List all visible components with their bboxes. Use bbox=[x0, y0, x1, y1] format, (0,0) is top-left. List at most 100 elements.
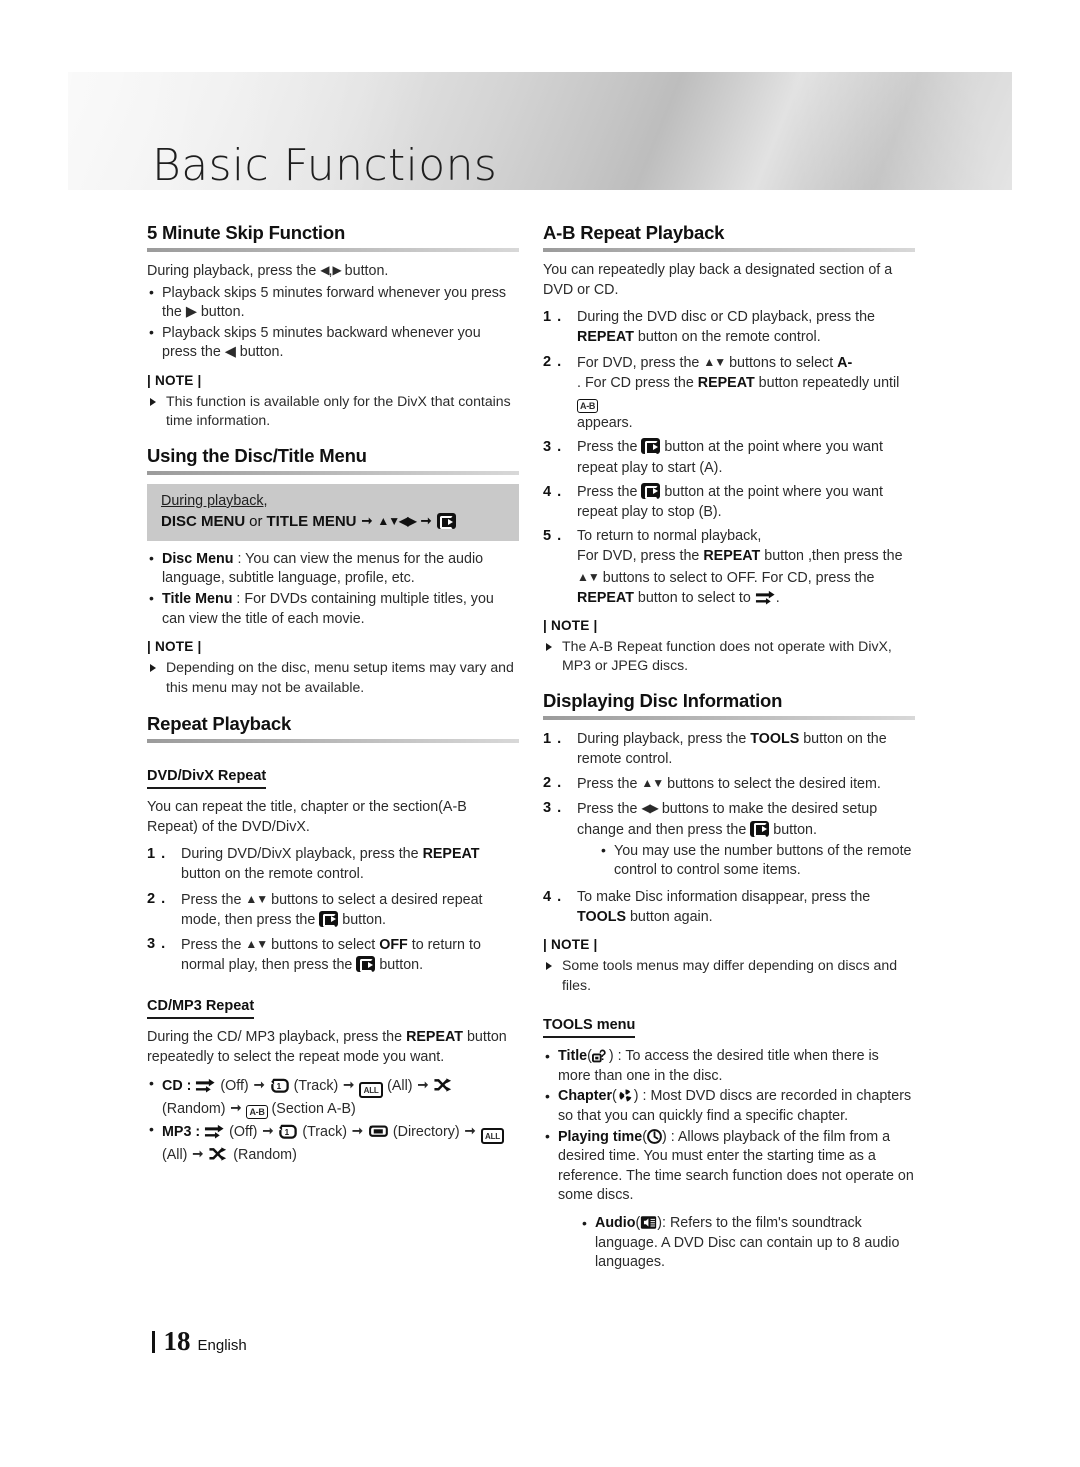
title-menu-key: TITLE MENU bbox=[266, 512, 357, 530]
step-line-2: . For CD press the REPEAT button repeate… bbox=[577, 373, 915, 413]
note-item: This function is available only for the … bbox=[147, 392, 519, 431]
step-item: Press the ▲▼ buttons to select OFF to re… bbox=[147, 934, 519, 975]
note-item: The A-B Repeat function does not operate… bbox=[543, 637, 915, 676]
track-repeat-icon: 1 bbox=[279, 1124, 298, 1139]
step-item: During DVD/DivX playback, press the REPE… bbox=[147, 844, 519, 884]
dvd-divx-intro: You can repeat the title, chapter or the… bbox=[147, 798, 467, 835]
step-text: Press the bbox=[577, 801, 642, 818]
tools-menu-sub-items: Audio(): Refers to the film's soundtrack… bbox=[580, 1214, 915, 1273]
seq-label: (Directory) bbox=[392, 1123, 460, 1140]
arrow-right-icon: ➞ bbox=[230, 1100, 242, 1116]
page-title: Basic Functions bbox=[152, 140, 498, 191]
section-heading: Repeat Playback bbox=[147, 712, 292, 734]
step-text-c: . For CD press the bbox=[577, 374, 698, 391]
title-icon bbox=[591, 1049, 606, 1063]
up-down-arrows-icon: ▲▼ bbox=[577, 569, 600, 584]
note-label: | NOTE | bbox=[543, 937, 598, 953]
repeat-key: REPEAT bbox=[577, 589, 634, 606]
step-item: During playback, press the TOOLS button … bbox=[543, 729, 915, 769]
right-column: A-B Repeat Playback You can repeatedly p… bbox=[543, 222, 915, 1279]
chapter-icon bbox=[619, 1089, 632, 1103]
note-list: Depending on the disc, menu setup items … bbox=[147, 658, 519, 697]
page-number: 18 bbox=[163, 1326, 191, 1356]
section-heading: A-B Repeat Playback bbox=[543, 222, 725, 243]
audio-icon bbox=[641, 1216, 657, 1229]
item-term: Title bbox=[558, 1048, 588, 1065]
list-item-title: Title() : To access the desired title wh… bbox=[543, 1047, 915, 1086]
repeat-key: REPEAT bbox=[577, 329, 634, 346]
list-item-playing-time: Playing time() : Allows playback of the … bbox=[543, 1127, 915, 1273]
cd-mp3-sequences: CD : (Off) ➞ 1 (Track) ➞ ALL (All) ➞ (Ra… bbox=[147, 1074, 519, 1166]
step-item: Press the button at the point where you … bbox=[543, 482, 915, 522]
note-item: Some tools menus may differ depending on… bbox=[543, 956, 915, 995]
seq-label: (Off) bbox=[229, 1123, 258, 1140]
section-heading: Using the Disc/Title Menu bbox=[147, 444, 367, 466]
skip-intro: During playback, press the ◀,▶ button. bbox=[147, 261, 519, 282]
step-text-cont: TOOLS button again. bbox=[577, 907, 915, 927]
footer-bar bbox=[152, 1330, 155, 1353]
item-term: Chapter bbox=[558, 1088, 613, 1105]
enter-icon bbox=[319, 910, 339, 927]
off-key: OFF bbox=[379, 936, 408, 953]
repeat-key: REPEAT bbox=[406, 1029, 463, 1046]
note-label: | NOTE | bbox=[543, 618, 598, 634]
skip-intro-c: button. bbox=[340, 263, 389, 279]
paren-close: ) : bbox=[661, 1128, 678, 1145]
heading-rule bbox=[147, 470, 519, 475]
ab-repeat-steps: During the DVD disc or CD playback, pres… bbox=[543, 307, 915, 608]
list-item: Disc Menu : You can view the menus for t… bbox=[147, 549, 519, 589]
seq-label: (All) bbox=[162, 1147, 188, 1164]
all-icon: ALL bbox=[359, 1082, 384, 1099]
step-item: Press the ◀▶ buttons to make the desired… bbox=[543, 798, 915, 881]
subsection-heading-dvd-divx: DVD/DivX Repeat bbox=[147, 768, 267, 789]
disc-menu-callout: During playback, DISC MENU or TITLE MENU… bbox=[147, 483, 519, 541]
section-tools-menu: TOOLS menu Title() : To access the desir… bbox=[543, 1001, 915, 1273]
up-down-arrows-icon: ▲▼ bbox=[245, 891, 268, 906]
callout-line-1: During playback, bbox=[161, 492, 268, 509]
off-repeat-icon bbox=[205, 1124, 224, 1139]
repeat-key: REPEAT bbox=[697, 374, 755, 391]
intro-a: During the CD/ MP3 playback, press the bbox=[147, 1029, 407, 1046]
up-down-arrows-icon: ▲▼ bbox=[245, 936, 268, 951]
step-text: To return to normal playback, bbox=[577, 528, 762, 545]
step-text-end: button. bbox=[375, 957, 424, 974]
list-item-audio: Audio(): Refers to the film's soundtrack… bbox=[580, 1214, 915, 1273]
directory-icon bbox=[368, 1125, 388, 1137]
heading-rule bbox=[543, 715, 915, 720]
cd-label: CD : bbox=[162, 1077, 192, 1094]
svg-text:1: 1 bbox=[285, 1128, 290, 1137]
step-item: To make Disc information disappear, pres… bbox=[543, 887, 915, 927]
skip-bullet-list: Playback skips 5 minutes forward wheneve… bbox=[147, 283, 519, 363]
step-text-cont: buttons to select bbox=[267, 936, 380, 953]
arrow-right-icon: ➞ bbox=[343, 1076, 355, 1092]
paren-close: ): bbox=[657, 1215, 670, 1232]
enter-icon bbox=[641, 482, 661, 500]
enter-icon bbox=[356, 956, 376, 973]
mp3-label: MP3 : bbox=[162, 1123, 201, 1140]
heading-rule bbox=[147, 248, 519, 252]
enter-icon bbox=[436, 513, 456, 530]
note-list: Some tools menus may differ depending on… bbox=[543, 956, 915, 995]
step-text-d: buttons to select to OFF. For CD, press … bbox=[598, 569, 875, 586]
step-text: During DVD/DivX playback, press the bbox=[181, 846, 423, 863]
up-down-arrows-icon: ▲▼ bbox=[641, 776, 664, 791]
note-item: Depending on the disc, menu setup items … bbox=[147, 658, 519, 697]
step-text-cont: button on the remote control. bbox=[181, 866, 364, 883]
dpad-icons: ▲▼◀▶ bbox=[377, 514, 416, 529]
tools-key: TOOLS bbox=[577, 909, 626, 926]
arrow-right-icon: ➞ bbox=[352, 1122, 363, 1138]
a-minus-key: A- bbox=[837, 354, 853, 371]
note-list: The A-B Repeat function does not operate… bbox=[543, 637, 915, 676]
note-label: | NOTE | bbox=[147, 372, 202, 388]
step-text: For DVD, press the bbox=[577, 354, 704, 371]
arrow-right-icon: ➞ bbox=[262, 1122, 274, 1138]
a-b-icon: A-B bbox=[246, 1105, 268, 1120]
note-label: | NOTE | bbox=[147, 639, 202, 655]
arrow-right-icon: ➞ bbox=[253, 1076, 265, 1092]
step-text-end: button on the remote control. bbox=[633, 329, 821, 346]
off-repeat-icon bbox=[196, 1078, 215, 1093]
step-text-end: button again. bbox=[626, 909, 713, 926]
list-item: Playback skips 5 minutes backward whenev… bbox=[147, 323, 519, 363]
heading-rule bbox=[543, 248, 915, 252]
step-item: For DVD, press the ▲▼ buttons to select … bbox=[543, 352, 915, 434]
